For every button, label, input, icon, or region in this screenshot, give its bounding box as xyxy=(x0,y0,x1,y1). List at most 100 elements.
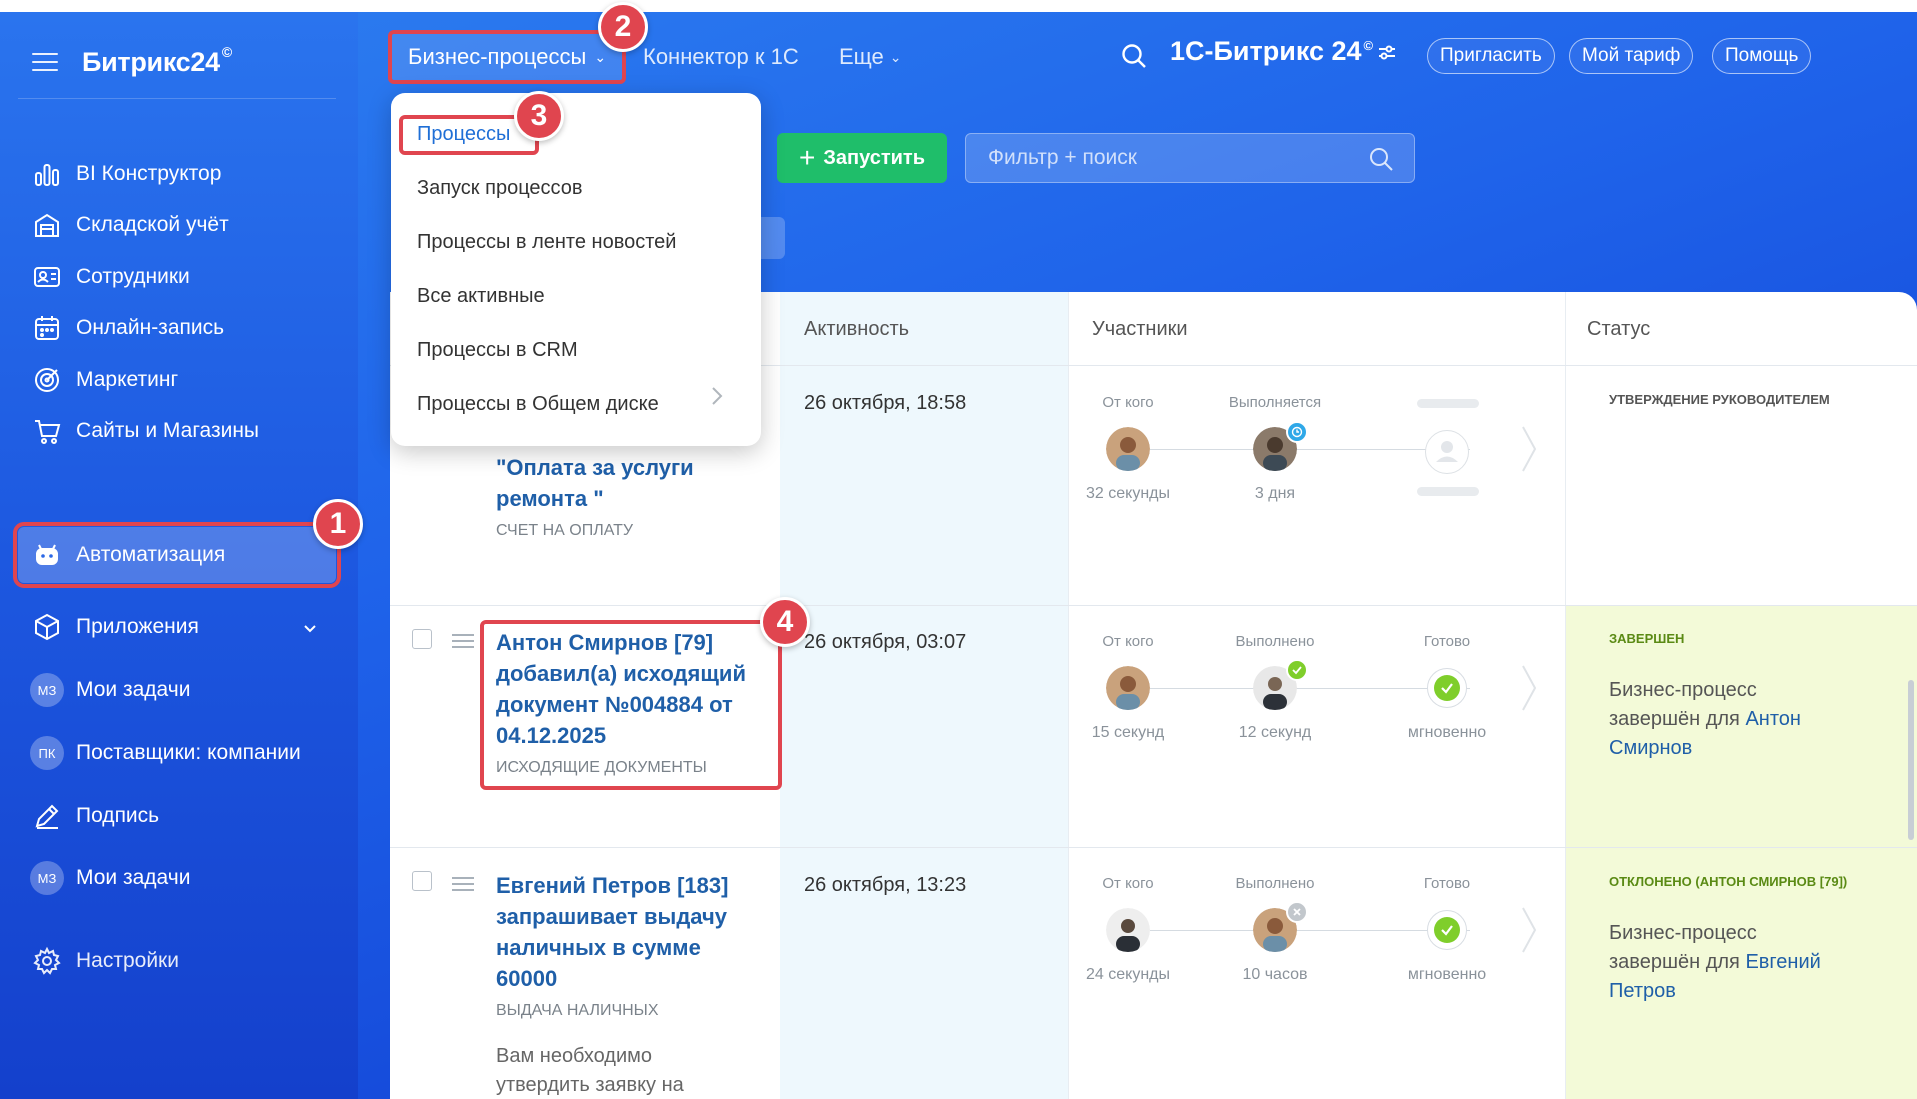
sidebar-item-signature[interactable]: Подпись xyxy=(30,794,159,838)
menu-item-feed[interactable]: Процессы в ленте новостей xyxy=(417,231,676,254)
row-checkbox[interactable] xyxy=(412,871,432,891)
sidebar-divider xyxy=(18,98,336,99)
status-title: УТВЕРЖДЕНИЕ РУКОВОДИТЕЛЕМ xyxy=(1609,392,1830,407)
help-button[interactable]: Помощь xyxy=(1712,38,1812,74)
title-line: запрашивает выдачу xyxy=(496,904,727,929)
title-line: наличных в сумме xyxy=(496,935,701,960)
brand-title[interactable]: 1С-Битрикс 24 © xyxy=(1170,36,1397,67)
invite-label: Пригласить xyxy=(1440,45,1542,66)
activity-date: 26 октября, 03:07 xyxy=(804,631,967,653)
pen-icon xyxy=(30,799,64,833)
sidebar-item-settings[interactable]: Настройки xyxy=(30,939,179,983)
chevron-right-icon[interactable] xyxy=(1520,663,1538,713)
participant-time: 32 секунды xyxy=(1086,485,1170,502)
user-link[interactable]: Евгений xyxy=(1745,951,1820,973)
avatar[interactable] xyxy=(1106,666,1150,710)
drag-handle-icon[interactable] xyxy=(452,634,474,648)
avatar: ПК xyxy=(30,736,64,770)
sidebar-item-label: Онлайн-запись xyxy=(76,316,225,339)
settings-sliders-icon[interactable] xyxy=(1377,42,1397,62)
sidebar-item-my-tasks[interactable]: МЗ Мои задачи xyxy=(30,668,190,712)
sidebar-item-marketing[interactable]: Маркетинг xyxy=(30,358,178,402)
sidebar-item-warehouse[interactable]: Складской учёт xyxy=(30,203,229,247)
status-title: ЗАВЕРШЕН xyxy=(1609,631,1685,646)
nav-business-processes[interactable]: Бизнес-процессы ⌄ xyxy=(388,30,627,84)
chevron-down-icon[interactable] xyxy=(302,621,318,637)
title-line: "Оплата за услуги xyxy=(496,455,694,480)
chevron-down-icon: ⌄ xyxy=(889,48,902,65)
filter-placeholder: Фильтр + поиск xyxy=(988,146,1137,169)
app-window: Битрикс24 © BI Конструктор Складской учёт… xyxy=(0,0,1917,1099)
participant-line xyxy=(1150,688,1470,689)
menu-item-active[interactable]: Все активные xyxy=(417,285,545,308)
user-link[interactable]: Антон xyxy=(1745,708,1801,730)
participant-line xyxy=(1150,449,1470,450)
sidebar-item-label: Сайты и Магазины xyxy=(76,419,260,442)
drag-handle-icon[interactable] xyxy=(452,877,474,891)
header-activity[interactable]: Активность xyxy=(804,318,909,341)
participant-label: Готово xyxy=(1423,633,1471,650)
avatar: МЗ xyxy=(30,673,64,707)
logo-text: Битрикс24 xyxy=(82,46,220,77)
sidebar-item-label: Складской учёт xyxy=(76,213,229,236)
business-processes-dropdown: Процессы Запуск процессов Процессы в лен… xyxy=(391,93,761,446)
calendar-icon xyxy=(30,311,64,345)
nav-connector-1c[interactable]: Коннектор к 1С xyxy=(643,30,799,84)
user-placeholder-icon xyxy=(1425,430,1469,474)
scrollbar[interactable] xyxy=(1908,680,1914,840)
menu-icon[interactable] xyxy=(32,53,58,71)
search-icon[interactable] xyxy=(1368,146,1394,172)
menu-item-processes[interactable]: Процессы xyxy=(417,123,510,146)
chevron-right-icon[interactable] xyxy=(1520,905,1538,955)
nav-label: Еще xyxy=(839,44,884,69)
invite-button[interactable]: Пригласить xyxy=(1427,38,1555,74)
placeholder-bar xyxy=(1417,487,1479,496)
avatar[interactable] xyxy=(1106,908,1150,952)
process-type: ВЫДАЧА НАЛИЧНЫХ xyxy=(496,1002,659,1019)
menu-item-launch[interactable]: Запуск процессов xyxy=(417,177,583,200)
top-strip xyxy=(0,0,1917,12)
sidebar-item-automation[interactable]: Автоматизация xyxy=(13,522,341,588)
sidebar-item-sites[interactable]: Сайты и Магазины xyxy=(30,409,259,453)
participant-time: мгновенно xyxy=(1407,724,1487,741)
avatar[interactable] xyxy=(1106,427,1150,471)
sidebar-item-my-tasks-2[interactable]: МЗ Мои задачи xyxy=(30,856,190,900)
tariff-button[interactable]: Мой тариф xyxy=(1569,38,1694,74)
sidebar-item-employees[interactable]: Сотрудники xyxy=(30,255,190,299)
process-title-link[interactable]: "Оплата за услуги ремонта " xyxy=(496,452,694,514)
participant-time: 15 секунд xyxy=(1091,724,1165,741)
note-line: утвердить заявку на xyxy=(496,1074,684,1096)
chevron-right-icon[interactable] xyxy=(1520,424,1538,474)
sidebar-item-label: BI Конструктор xyxy=(76,162,222,185)
search-icon[interactable] xyxy=(1120,42,1148,70)
row-checkbox[interactable] xyxy=(412,629,432,649)
sidebar-item-suppliers[interactable]: ПК Поставщики: компании xyxy=(30,731,301,775)
nav-more[interactable]: Еще ⌄ xyxy=(839,30,902,84)
sidebar-item-label: Сотрудники xyxy=(76,265,190,288)
header-participants[interactable]: Участники xyxy=(1092,318,1188,341)
status-text: Бизнес-процесс завершён для Антон Смирно… xyxy=(1609,676,1849,763)
menu-item-crm[interactable]: Процессы в CRM xyxy=(417,339,578,362)
sidebar-item-apps[interactable]: Приложения xyxy=(30,605,199,649)
participant-time: мгновенно xyxy=(1407,966,1487,983)
process-note: Вам необходимо утвердить заявку на xyxy=(496,1042,684,1099)
menu-item-disk[interactable]: Процессы в Общем диске xyxy=(417,393,659,416)
plus-icon: + xyxy=(798,142,816,173)
sidebar-item-label: Мои задачи xyxy=(76,866,191,889)
sidebar-item-label: Мои задачи xyxy=(76,678,191,701)
user-link[interactable]: Петров xyxy=(1609,980,1676,1002)
process-title-link[interactable]: Евгений Петров [183] запрашивает выдачу … xyxy=(496,870,728,994)
done-icon xyxy=(1427,668,1467,708)
user-link[interactable]: Смирнов xyxy=(1609,737,1692,759)
title-line: Евгений Петров [183] xyxy=(496,873,729,898)
sidebar-item-bi[interactable]: BI Конструктор xyxy=(30,152,221,196)
filter-search-input[interactable]: Фильтр + поиск xyxy=(965,133,1415,183)
participant-label: Выполнено xyxy=(1235,633,1315,650)
warehouse-icon xyxy=(30,208,64,242)
logo[interactable]: Битрикс24 © xyxy=(82,44,232,78)
activity-date: 26 октября, 13:23 xyxy=(804,874,967,896)
start-button[interactable]: + Запустить xyxy=(777,133,947,183)
sidebar-item-booking[interactable]: Онлайн-запись xyxy=(30,306,224,350)
header-status[interactable]: Статус xyxy=(1587,318,1650,341)
sidebar-item-label: Подпись xyxy=(76,804,160,827)
